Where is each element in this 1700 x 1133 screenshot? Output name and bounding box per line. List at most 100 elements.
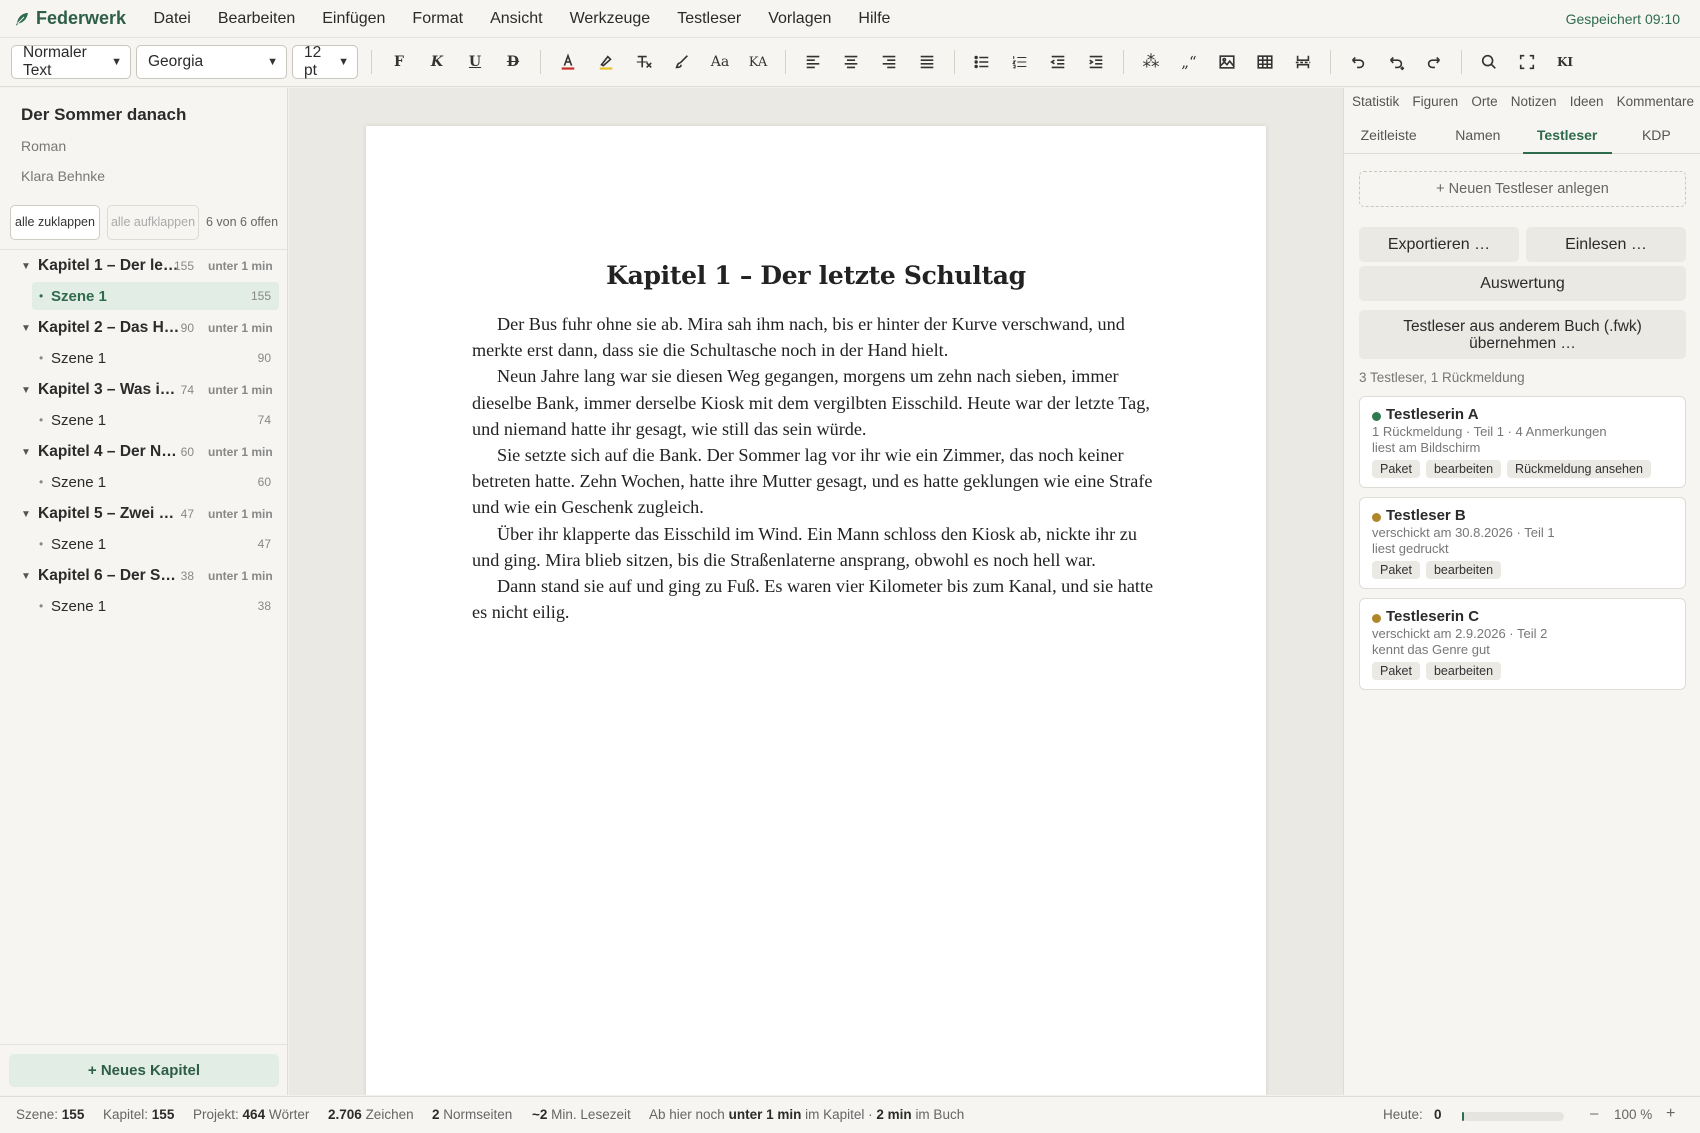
scene-item[interactable]: • Szene 1 74 bbox=[32, 406, 279, 434]
panel-tab-2[interactable]: Testleser bbox=[1522, 116, 1613, 154]
zoom-out-button[interactable]: – bbox=[1590, 1105, 1598, 1122]
paragraph[interactable]: Sie setzte sich auf die Bank. Der Sommer… bbox=[472, 442, 1162, 521]
chapter-time: unter 1 min bbox=[208, 569, 273, 583]
app-brand[interactable]: Federwerk bbox=[0, 8, 140, 29]
scene-item[interactable]: • Szene 1 60 bbox=[32, 468, 279, 496]
paragraph[interactable]: Neun Jahre lang war sie diesen Weg gegan… bbox=[472, 363, 1162, 442]
panel-tab-top-5[interactable]: Kommentare bbox=[1617, 94, 1694, 109]
reader-action-0[interactable]: Paket bbox=[1372, 561, 1420, 579]
chapter-item[interactable]: ▼ Kapitel 1 – Der letzte Schultag155 unter… bbox=[0, 251, 287, 281]
chevron-down-icon[interactable]: ▼ bbox=[21, 509, 31, 520]
chapter-item[interactable]: ▼ Kapitel 2 – Das Haus 90 unter 1 min bbox=[0, 313, 287, 343]
panel-tab-top-2[interactable]: Orte bbox=[1471, 94, 1497, 109]
chapter-heading[interactable]: Kapitel 1 – Der letzte Schultag bbox=[366, 261, 1266, 290]
evaluation-button[interactable]: Auswertung bbox=[1359, 266, 1686, 301]
reader-card[interactable]: Testleser Bverschickt am 30.8.2026 · Tei… bbox=[1359, 497, 1686, 589]
align-right-button[interactable] bbox=[870, 45, 908, 79]
panel-tab-0[interactable]: Zeitleiste bbox=[1344, 116, 1433, 153]
menu-item-0[interactable]: Datei bbox=[140, 10, 204, 28]
collapse-all-button[interactable]: alle zuklappen bbox=[10, 205, 100, 240]
change-case-button[interactable]: Aa bbox=[701, 45, 739, 79]
menu-item-1[interactable]: Bearbeiten bbox=[204, 10, 308, 28]
chapter-item[interactable]: ▼ Kapitel 3 – Was im Kanal74 unter 1 min bbox=[0, 375, 287, 405]
reader-action-0[interactable]: Paket bbox=[1372, 460, 1420, 478]
panel-tab-1[interactable]: Namen bbox=[1433, 116, 1522, 153]
zoom-in-button[interactable]: + bbox=[1666, 1105, 1675, 1123]
document-body[interactable]: Der Bus fuhr ohne sie ab. Mira sah ihm n… bbox=[472, 311, 1162, 625]
chevron-down-icon[interactable]: ▼ bbox=[21, 323, 31, 334]
panel-tab-top-4[interactable]: Ideen bbox=[1570, 94, 1604, 109]
reader-action-2[interactable]: Rückmeldung ansehen bbox=[1507, 460, 1651, 478]
font-size-select[interactable]: 12 pt ▼ bbox=[292, 44, 358, 79]
undo-button[interactable] bbox=[1339, 45, 1377, 79]
page-break-button[interactable] bbox=[1284, 45, 1322, 79]
numbered-list-button[interactable] bbox=[1001, 45, 1039, 79]
chevron-down-icon[interactable]: ▼ bbox=[21, 385, 31, 396]
bullet-list-button[interactable] bbox=[963, 45, 1001, 79]
align-center-button[interactable] bbox=[832, 45, 870, 79]
import-other-book-button[interactable]: Testleser aus anderem Buch (.fwk) überne… bbox=[1359, 310, 1686, 359]
align-left-button[interactable] bbox=[794, 45, 832, 79]
menu-item-2[interactable]: Einfügen bbox=[309, 10, 399, 28]
font-family-select[interactable]: Georgia ▼ bbox=[136, 45, 287, 79]
text-color-button[interactable] bbox=[549, 45, 587, 79]
underline-button[interactable]: U bbox=[456, 45, 494, 79]
insert-table-button[interactable] bbox=[1246, 45, 1284, 79]
menu-item-7[interactable]: Vorlagen bbox=[755, 10, 845, 28]
small-caps-button[interactable]: KA bbox=[739, 45, 777, 79]
reader-action-1[interactable]: bearbeiten bbox=[1425, 662, 1502, 680]
italic-button[interactable]: K bbox=[418, 45, 456, 79]
ai-button[interactable]: KI bbox=[1546, 45, 1584, 79]
clear-format-button[interactable] bbox=[625, 45, 663, 79]
new-chapter-button[interactable]: + Neues Kapitel bbox=[9, 1054, 279, 1087]
scene-item[interactable]: • Szene 1 47 bbox=[32, 530, 279, 558]
chevron-down-icon[interactable]: ▼ bbox=[21, 571, 31, 582]
align-justify-button[interactable] bbox=[908, 45, 946, 79]
new-reader-button[interactable]: + Neuen Testleser anlegen bbox=[1359, 171, 1686, 207]
chevron-down-icon[interactable]: ▼ bbox=[21, 261, 31, 272]
chevron-down-icon[interactable]: ▼ bbox=[21, 447, 31, 458]
paragraph[interactable]: Über ihr klapperte das Eisschild im Wind… bbox=[472, 521, 1162, 573]
expand-all-button[interactable]: alle aufklappen bbox=[107, 205, 199, 240]
chapter-item[interactable]: ▼ Kapitel 6 – Der September38 unter 1 min bbox=[0, 561, 287, 591]
strikethrough-button[interactable]: D bbox=[494, 45, 532, 79]
outdent-button[interactable] bbox=[1039, 45, 1077, 79]
scene-item[interactable]: • Szene 1 90 bbox=[32, 344, 279, 372]
reader-action-1[interactable]: bearbeiten bbox=[1425, 460, 1502, 478]
paragraph[interactable]: Der Bus fuhr ohne sie ab. Mira sah ihm n… bbox=[472, 311, 1162, 363]
chapter-item[interactable]: ▼ Kapitel 5 – Zwei Briefe47 unter 1 min bbox=[0, 499, 287, 529]
indent-button[interactable] bbox=[1077, 45, 1115, 79]
reader-action-1[interactable]: bearbeiten bbox=[1425, 561, 1502, 579]
menu-item-4[interactable]: Ansicht bbox=[477, 10, 556, 28]
chapter-item[interactable]: ▼ Kapitel 4 – Der Nachbar60 unter 1 min bbox=[0, 437, 287, 467]
panel-tab-top-0[interactable]: Statistik bbox=[1352, 94, 1399, 109]
import-button[interactable]: Einlesen … bbox=[1526, 227, 1686, 262]
document-page[interactable]: Kapitel 1 – Der letzte Schultag Der Bus … bbox=[366, 126, 1266, 1095]
scene-break-button[interactable]: ⁂ bbox=[1132, 45, 1170, 79]
paragraph-style-select[interactable]: Normaler Text ▼ bbox=[11, 44, 131, 79]
menu-item-5[interactable]: Werkzeuge bbox=[556, 10, 664, 28]
bold-button[interactable]: F bbox=[380, 45, 418, 79]
highlight-button[interactable] bbox=[587, 45, 625, 79]
reader-card[interactable]: Testleserin Cverschickt am 2.9.2026 · Te… bbox=[1359, 598, 1686, 690]
menu-item-8[interactable]: Hilfe bbox=[845, 10, 904, 28]
fullscreen-button[interactable] bbox=[1508, 45, 1546, 79]
menu-item-6[interactable]: Testleser bbox=[664, 10, 755, 28]
search-button[interactable] bbox=[1470, 45, 1508, 79]
scene-item[interactable]: • Szene 1 155 bbox=[32, 282, 279, 310]
reader-action-0[interactable]: Paket bbox=[1372, 662, 1420, 680]
menu-item-3[interactable]: Format bbox=[399, 10, 477, 28]
insert-image-button[interactable] bbox=[1208, 45, 1246, 79]
panel-tab-top-1[interactable]: Figuren bbox=[1412, 94, 1458, 109]
scene-item[interactable]: • Szene 1 38 bbox=[32, 592, 279, 620]
panel-tab-3[interactable]: KDP bbox=[1612, 116, 1700, 153]
redo-button[interactable] bbox=[1415, 45, 1453, 79]
book-title[interactable]: Der Sommer danach bbox=[21, 105, 186, 125]
reader-card[interactable]: Testleserin A1 Rückmeldung · Teil 1 · 4 … bbox=[1359, 396, 1686, 488]
format-painter-button[interactable] bbox=[663, 45, 701, 79]
paragraph[interactable]: Dann stand sie auf und ging zu Fuß. Es w… bbox=[472, 573, 1162, 625]
undo-history-button[interactable] bbox=[1377, 45, 1415, 79]
panel-tab-top-3[interactable]: Notizen bbox=[1511, 94, 1557, 109]
quotes-button[interactable]: „“ bbox=[1170, 45, 1208, 79]
export-button[interactable]: Exportieren … bbox=[1359, 227, 1519, 262]
